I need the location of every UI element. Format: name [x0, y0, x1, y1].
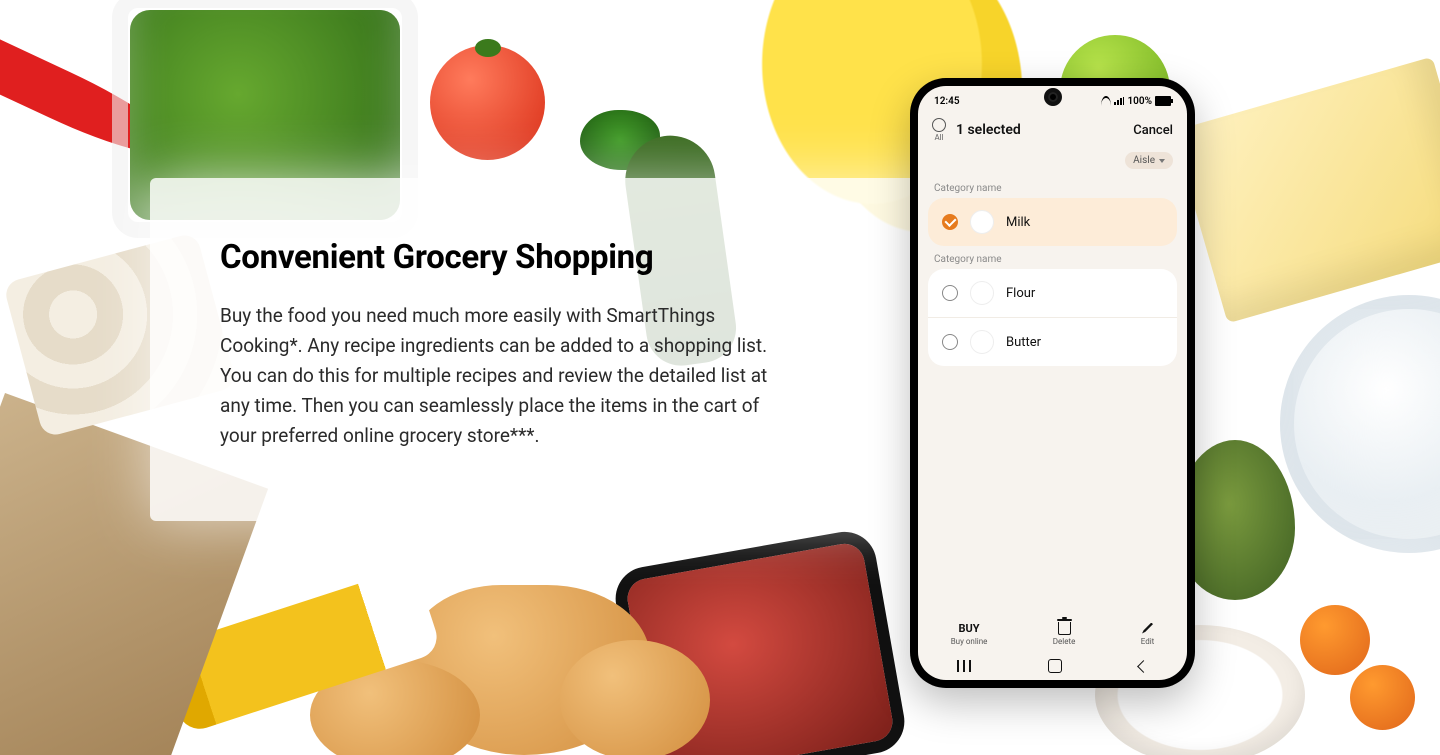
item-name: Butter	[1006, 335, 1041, 350]
chevron-down-icon	[1159, 159, 1165, 163]
food-water	[1280, 295, 1440, 553]
select-all-label: All	[934, 133, 943, 142]
wifi-icon	[1101, 96, 1111, 106]
delete-button[interactable]: Delete	[1053, 621, 1076, 646]
status-time: 12:45	[934, 96, 960, 107]
item-name: Flour	[1006, 286, 1035, 301]
food-butter	[1173, 57, 1440, 324]
food-sweet-potato	[560, 640, 710, 755]
trash-icon	[1058, 622, 1071, 635]
item-thumbnail	[970, 330, 994, 354]
food-meat	[624, 541, 895, 755]
pencil-icon	[1142, 623, 1153, 634]
bottom-action-bar: BUY Buy online Delete Edit	[918, 613, 1187, 652]
phone-screen: 12:45 100% All 1 selected Cancel Aisle	[918, 86, 1187, 680]
phone-camera-notch	[1048, 92, 1058, 102]
phone-mockup: 12:45 100% All 1 selected Cancel Aisle	[910, 78, 1195, 688]
sort-chip-label: Aisle	[1133, 155, 1155, 166]
select-all-button[interactable]: All	[932, 118, 946, 142]
hero-body: Buy the food you need much more easily w…	[220, 301, 800, 451]
nav-recent-button[interactable]	[957, 660, 971, 672]
food-chili	[0, 17, 188, 172]
delete-label: Delete	[1053, 637, 1076, 646]
list-item[interactable]: Milk	[928, 198, 1177, 246]
sort-chip[interactable]: Aisle	[1125, 152, 1173, 169]
checkbox-icon[interactable]	[942, 214, 958, 230]
list-item[interactable]: Flour	[928, 269, 1177, 317]
edit-button[interactable]: Edit	[1141, 621, 1155, 646]
nav-back-button[interactable]	[1137, 660, 1150, 673]
android-nav-bar	[918, 652, 1187, 680]
buy-label: BUY	[958, 621, 979, 635]
hero-title: Convenient Grocery Shopping	[220, 238, 940, 277]
checkbox-icon[interactable]	[942, 285, 958, 301]
signal-icon	[1114, 97, 1124, 105]
app-bar: All 1 selected Cancel	[918, 112, 1187, 146]
hero-text-card: Convenient Grocery Shopping Buy the food…	[150, 178, 1010, 521]
buy-sublabel: Buy online	[951, 637, 988, 646]
edit-label: Edit	[1141, 637, 1155, 646]
food-sweet-potato	[310, 660, 480, 755]
selection-count: 1 selected	[956, 122, 1021, 138]
food-parsley	[580, 110, 660, 170]
list-item[interactable]: Butter	[928, 317, 1177, 366]
list-card: Milk	[928, 198, 1177, 246]
nav-home-button[interactable]	[1048, 659, 1062, 673]
section-header: Category name	[918, 175, 1187, 198]
item-thumbnail	[970, 281, 994, 305]
list-card: Flour Butter	[928, 269, 1177, 366]
buy-online-button[interactable]: BUY Buy online	[951, 621, 988, 646]
food-juice-bottle	[158, 565, 443, 734]
battery-icon	[1155, 96, 1171, 106]
food-carrot	[1290, 555, 1440, 755]
item-thumbnail	[970, 210, 994, 234]
select-all-radio-icon	[932, 118, 946, 132]
cancel-button[interactable]: Cancel	[1133, 123, 1173, 138]
food-sweet-potato	[410, 585, 650, 755]
checkbox-icon[interactable]	[942, 334, 958, 350]
section-header: Category name	[918, 246, 1187, 269]
item-name: Milk	[1006, 215, 1030, 230]
status-battery-text: 100%	[1127, 96, 1152, 107]
food-tomato	[430, 45, 545, 160]
